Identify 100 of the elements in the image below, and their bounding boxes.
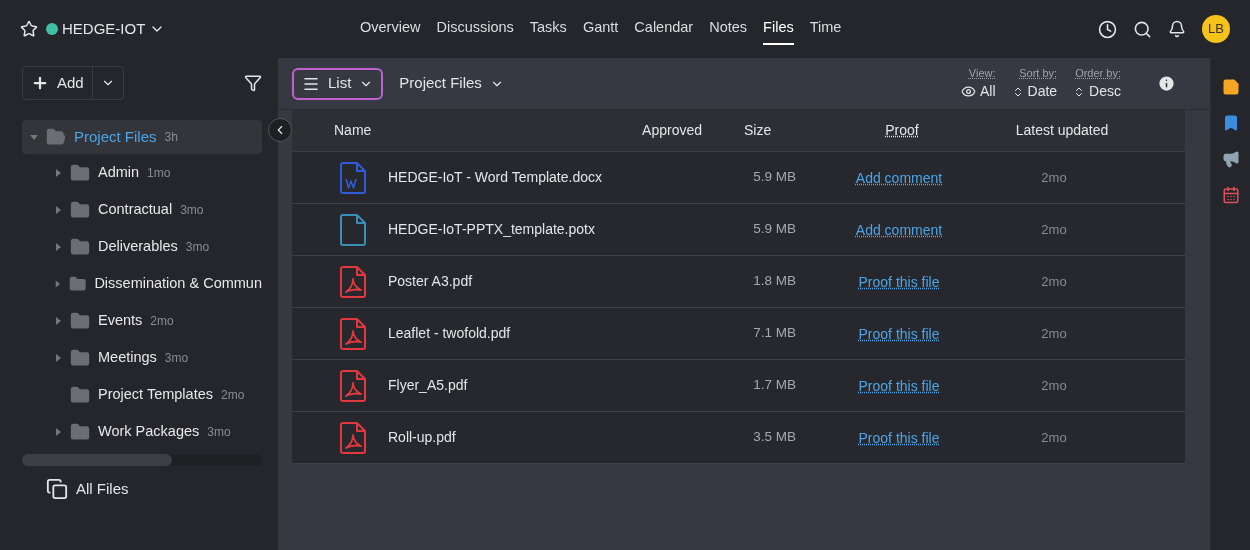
column-header[interactable]: Proof: [802, 120, 1002, 141]
pdf-document-icon: [340, 317, 366, 350]
project-switcher[interactable]: HEDGE-IOT: [62, 17, 166, 41]
pdf-document-icon: [340, 369, 366, 402]
pdf-document-icon: [340, 421, 366, 454]
collapse-sidebar-button[interactable]: [268, 118, 292, 142]
folder-icon: [70, 162, 90, 183]
nav-tab[interactable]: Overview: [360, 13, 421, 45]
proof-link[interactable]: Proof this file: [858, 273, 940, 290]
tree-item[interactable]: Admin 1mo: [22, 154, 262, 191]
notification-icon[interactable]: [1168, 20, 1186, 38]
tree-item[interactable]: Meetings 3mo: [22, 339, 262, 376]
caret-icon[interactable]: [30, 133, 38, 141]
search-icon[interactable]: [1133, 19, 1152, 39]
folder-dropdown[interactable]: Project Files: [399, 72, 504, 95]
file-row[interactable]: Roll-up.pdf 3.5 MB Proof this file 2mo: [292, 412, 1185, 464]
column-header[interactable]: Approved: [592, 120, 702, 141]
folder-icon: [70, 236, 90, 257]
file-name: Flyer_A5.pdf: [388, 376, 469, 395]
column-header[interactable]: Size: [702, 120, 802, 141]
option-label: View:: [968, 65, 996, 81]
updated-time: 2mo: [1040, 220, 1068, 239]
nav-tab[interactable]: Gantt: [582, 13, 619, 45]
caret-icon[interactable]: [54, 168, 62, 177]
tree-item[interactable]: Contractual 3mo: [22, 191, 262, 228]
option-dropdown[interactable]: All: [960, 81, 996, 103]
nav-tab[interactable]: Files: [763, 13, 794, 45]
option-dropdown[interactable]: Date: [1011, 81, 1058, 103]
folder-icon: [46, 127, 66, 147]
option-label: Sort by:: [1019, 65, 1058, 81]
column-header[interactable]: Latest updated: [1002, 120, 1122, 141]
folder-icon: [70, 384, 90, 405]
file-name: HEDGE-IoT-PPTX_template.potx: [388, 220, 596, 239]
column-header[interactable]: Name: [292, 120, 592, 141]
file-size: 7.1 MB: [752, 324, 796, 343]
file-row[interactable]: Flyer_A5.pdf 1.7 MB Proof this file 2mo: [292, 360, 1185, 412]
document-icon: [340, 213, 366, 246]
tree-item[interactable]: Dissemination & Commun: [22, 265, 262, 302]
folders-icon: [46, 478, 68, 501]
all-files-link[interactable]: All Files: [46, 478, 262, 501]
proof-link[interactable]: Add comment: [855, 169, 943, 186]
folder-icon: [70, 199, 90, 220]
file-size: 5.9 MB: [752, 220, 796, 239]
updated-time: 2mo: [1040, 168, 1068, 187]
file-name: Roll-up.pdf: [388, 428, 457, 447]
proof-link[interactable]: Proof this file: [858, 429, 940, 446]
proof-link[interactable]: Proof this file: [858, 377, 940, 394]
nav-tab[interactable]: Notes: [709, 13, 748, 45]
file-size: 5.9 MB: [752, 168, 796, 187]
file-size: 1.8 MB: [752, 272, 796, 291]
tree-item[interactable]: Events 2mo: [22, 302, 262, 339]
tree-item[interactable]: Deliverables 3mo: [22, 228, 262, 265]
option-dropdown[interactable]: Desc: [1073, 81, 1121, 103]
star-icon[interactable]: [20, 20, 38, 38]
file-row[interactable]: HEDGE-IoT-PPTX_template.potx 5.9 MB Add comment 2mo: [292, 204, 1185, 256]
note-icon[interactable]: [1221, 78, 1240, 96]
folder-icon: [70, 347, 90, 368]
proof-link[interactable]: Proof this file: [858, 325, 940, 342]
megaphone-icon[interactable]: [1221, 150, 1240, 168]
layout-dropdown[interactable]: List: [292, 67, 384, 100]
file-row[interactable]: HEDGE-IoT - Word Template.docx 5.9 MB Add comment 2mo: [292, 152, 1185, 204]
proof-link[interactable]: Add comment: [855, 221, 943, 238]
file-row[interactable]: Leaflet - twofold.pdf 7.1 MB Proof this file 2mo: [292, 308, 1185, 360]
updated-time: 2mo: [1040, 428, 1068, 447]
caret-icon[interactable]: [54, 353, 62, 362]
caret-icon[interactable]: [54, 242, 62, 251]
calendar-icon[interactable]: [1221, 186, 1240, 204]
file-name: HEDGE-IoT - Word Template.docx: [388, 168, 603, 187]
caret-icon[interactable]: [54, 427, 62, 436]
nav-tab[interactable]: Discussions: [436, 13, 514, 45]
nav-tab[interactable]: Tasks: [529, 13, 567, 45]
scrollbar-thumb[interactable]: [22, 454, 172, 466]
file-name: Poster A3.pdf: [388, 272, 474, 291]
eye-icon: [960, 84, 976, 100]
folder-icon: [70, 421, 90, 442]
filter-icon[interactable]: [244, 74, 262, 92]
nav-tab[interactable]: Calendar: [634, 13, 694, 45]
tree-item[interactable]: Project Files 3h: [22, 120, 262, 154]
updated-time: 2mo: [1040, 376, 1068, 395]
word-document-icon: [340, 161, 366, 194]
plus-icon: [31, 74, 49, 92]
option-label: Order by:: [1075, 65, 1121, 81]
caret-icon[interactable]: [54, 279, 61, 288]
pdf-document-icon: [340, 265, 366, 298]
info-icon[interactable]: [1157, 74, 1176, 93]
nav-tab[interactable]: Time: [809, 13, 842, 45]
updated-time: 2mo: [1040, 324, 1068, 343]
folder-icon: [70, 310, 90, 331]
file-row[interactable]: Poster A3.pdf 1.8 MB Proof this file 2mo: [292, 256, 1185, 308]
clock-icon[interactable]: [1098, 19, 1117, 39]
tree-item[interactable]: Project Templates 2mo: [22, 376, 262, 413]
user-avatar[interactable]: LB: [1202, 15, 1230, 43]
tree-item[interactable]: Work Packages 3mo: [22, 413, 262, 450]
file-size: 1.7 MB: [752, 376, 796, 395]
file-name: Leaflet - twofold.pdf: [388, 324, 512, 343]
add-button[interactable]: Add: [23, 67, 93, 99]
updated-time: 2mo: [1040, 272, 1068, 291]
file-size: 3.5 MB: [752, 428, 796, 447]
caret-icon[interactable]: [54, 205, 62, 214]
caret-icon[interactable]: [54, 316, 62, 325]
